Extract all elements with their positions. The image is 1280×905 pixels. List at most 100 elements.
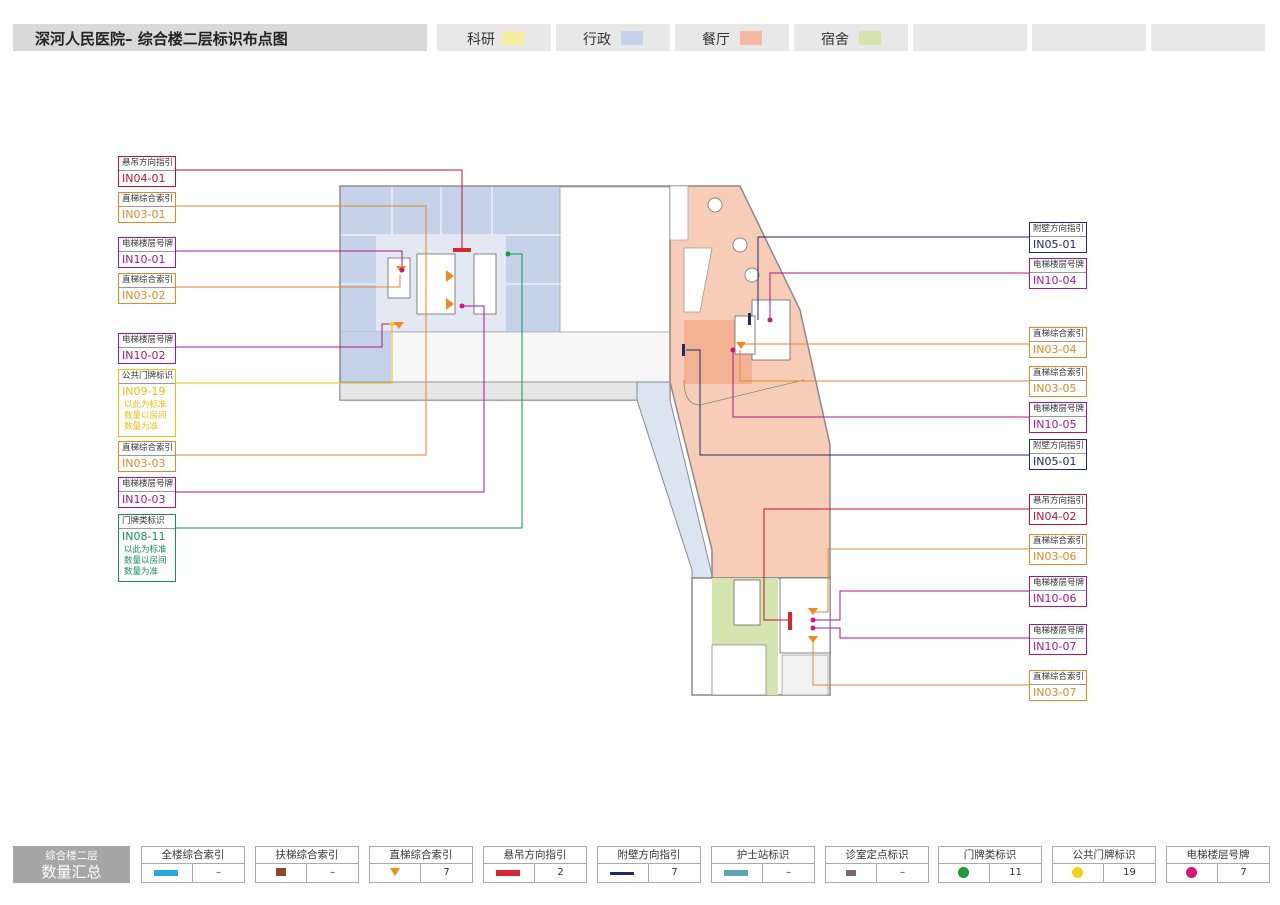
callout-title: 电梯楼层号牌 — [1030, 403, 1086, 417]
summary-icon-cell — [142, 864, 193, 882]
callout-code: IN10-07 — [1033, 640, 1077, 653]
summary-icon-cell — [939, 864, 990, 882]
callout-in08-11: 门牌类标识 IN08-11 以此为标准 数量以房间 数量为准 — [118, 514, 176, 582]
callout-title: 直梯综合索引 — [1030, 535, 1086, 549]
callout-in10-01: 电梯楼层号牌 IN10-01 — [118, 237, 176, 268]
summary-value: – — [786, 867, 791, 878]
summary-value: 2 — [557, 867, 564, 878]
callout-in03-07: 直梯综合索引 IN03-07 — [1029, 670, 1087, 701]
summary-icon-cell — [370, 864, 421, 882]
summary-value: – — [330, 867, 335, 878]
summary-icon-cell — [598, 864, 649, 882]
callout-code: IN05-01 — [1033, 455, 1077, 468]
callout-title: 公共门牌标识 — [119, 370, 175, 384]
callout-title: 直梯综合索引 — [119, 442, 175, 456]
callout-code: IN03-03 — [122, 457, 166, 470]
summary-cell: 全楼综合索引 – — [141, 846, 245, 883]
elevator-index-icon — [390, 868, 400, 876]
wall-sign-icon — [610, 872, 634, 875]
summary-value: 19 — [1123, 867, 1136, 878]
summary-label: 门牌类标识 — [939, 847, 1041, 864]
callout-code: IN03-07 — [1033, 686, 1077, 699]
callout-in03-03: 直梯综合索引 IN03-03 — [118, 441, 176, 472]
callout-title: 直梯综合索引 — [1030, 671, 1086, 685]
callout-title: 电梯楼层号牌 — [1030, 625, 1086, 639]
callout-code: IN10-06 — [1033, 592, 1077, 605]
summary-icon-cell — [826, 864, 877, 882]
summary-header-line1: 综合楼二层 — [45, 850, 98, 862]
callout-code: IN03-01 — [122, 208, 166, 221]
callout-code: IN04-01 — [122, 172, 166, 185]
callout-code: IN10-04 — [1033, 274, 1077, 287]
callout-code: IN03-05 — [1033, 382, 1077, 395]
summary-icon-cell — [1053, 864, 1104, 882]
summary-cell: 门牌类标识 11 — [938, 846, 1042, 883]
summary-icon-cell — [1167, 864, 1218, 882]
callout-title: 直梯综合索引 — [119, 274, 175, 288]
note-line: 数量以房间 — [124, 556, 167, 566]
callout-in05-01-a: 附壁方向指引 IN05-01 — [1029, 222, 1087, 253]
callout-note: 以此为标准 数量以房间 数量为准 — [119, 544, 175, 581]
note-line: 以此为标准 — [124, 400, 167, 410]
summary-header-line2: 数量汇总 — [41, 863, 102, 881]
callout-in03-01: 直梯综合索引 IN03-01 — [118, 192, 176, 223]
callout-code: IN10-03 — [122, 493, 166, 506]
summary-value: 7 — [671, 867, 678, 878]
summary-value: 7 — [1240, 867, 1247, 878]
callout-note: 以此为标准 数量以房间 数量为准 — [119, 399, 175, 436]
callout-in03-06: 直梯综合索引 IN03-06 — [1029, 534, 1087, 565]
callout-title: 直梯综合索引 — [119, 193, 175, 207]
summary-label: 电梯楼层号牌 — [1167, 847, 1269, 864]
callout-title: 直梯综合索引 — [1030, 367, 1086, 381]
summary-cell: 护士站标识 – — [711, 846, 815, 883]
callout-code: IN03-04 — [1033, 343, 1077, 356]
sign-bar-icon — [154, 870, 178, 876]
summary-label: 扶梯综合索引 — [256, 847, 358, 864]
callout-in10-07: 电梯楼层号牌 IN10-07 — [1029, 624, 1087, 655]
callout-title: 门牌类标识 — [119, 515, 175, 529]
note-line: 数量以房间 — [124, 411, 167, 421]
floor-plan — [174, 169, 1029, 696]
summary-header: 综合楼二层 数量汇总 — [13, 846, 130, 883]
summary-value: – — [216, 867, 221, 878]
summary-value: 7 — [443, 867, 450, 878]
callout-code: IN10-05 — [1033, 418, 1077, 431]
callout-in10-05: 电梯楼层号牌 IN10-05 — [1029, 402, 1087, 433]
summary-label: 直梯综合索引 — [370, 847, 472, 864]
summary-icon-cell — [256, 864, 307, 882]
summary-label: 诊室定点标识 — [826, 847, 928, 864]
note-line: 数量为准 — [124, 422, 159, 432]
callout-in03-04: 直梯综合索引 IN03-04 — [1029, 327, 1087, 358]
callout-in04-02: 悬吊方向指引 IN04-02 — [1029, 494, 1087, 525]
dot-icon — [1186, 867, 1197, 878]
callout-in09-19: 公共门牌标识 IN09-19 以此为标准 数量以房间 数量为准 — [118, 369, 176, 437]
note-line: 以此为标准 — [124, 545, 167, 555]
summary-icon-cell — [484, 864, 535, 882]
summary-cell: 直梯综合索引 7 — [369, 846, 473, 883]
callout-code: IN04-02 — [1033, 510, 1077, 523]
summary-cell: 诊室定点标识 – — [825, 846, 929, 883]
callout-in05-01-b: 附壁方向指引 IN05-01 — [1029, 439, 1087, 470]
callout-in03-02: 直梯综合索引 IN03-02 — [118, 273, 176, 304]
callout-code: IN10-02 — [122, 349, 166, 362]
sign-bar-icon — [496, 870, 520, 876]
callout-title: 电梯楼层号牌 — [119, 478, 175, 492]
summary-value: 11 — [1009, 867, 1022, 878]
callout-code: IN05-01 — [1033, 238, 1077, 251]
left-wing — [339, 185, 671, 401]
callout-in10-03: 电梯楼层号牌 IN10-03 — [118, 477, 176, 508]
summary-label: 全楼综合索引 — [142, 847, 244, 864]
callout-in03-05: 直梯综合索引 IN03-05 — [1029, 366, 1087, 397]
callout-title: 附壁方向指引 — [1030, 440, 1086, 454]
summary-cell: 附壁方向指引 7 — [597, 846, 701, 883]
room-marker-icon — [846, 870, 856, 876]
summary-cell: 悬吊方向指引 2 — [483, 846, 587, 883]
callout-code: IN10-01 — [122, 253, 166, 266]
callout-in10-06: 电梯楼层号牌 IN10-06 — [1029, 576, 1087, 607]
note-line: 数量为准 — [124, 567, 159, 577]
callout-code: IN03-06 — [1033, 550, 1077, 563]
callout-title: 直梯综合索引 — [1030, 328, 1086, 342]
summary-label: 公共门牌标识 — [1053, 847, 1155, 864]
callout-code: IN09-19 — [122, 385, 166, 398]
summary-cell: 公共门牌标识 19 — [1052, 846, 1156, 883]
